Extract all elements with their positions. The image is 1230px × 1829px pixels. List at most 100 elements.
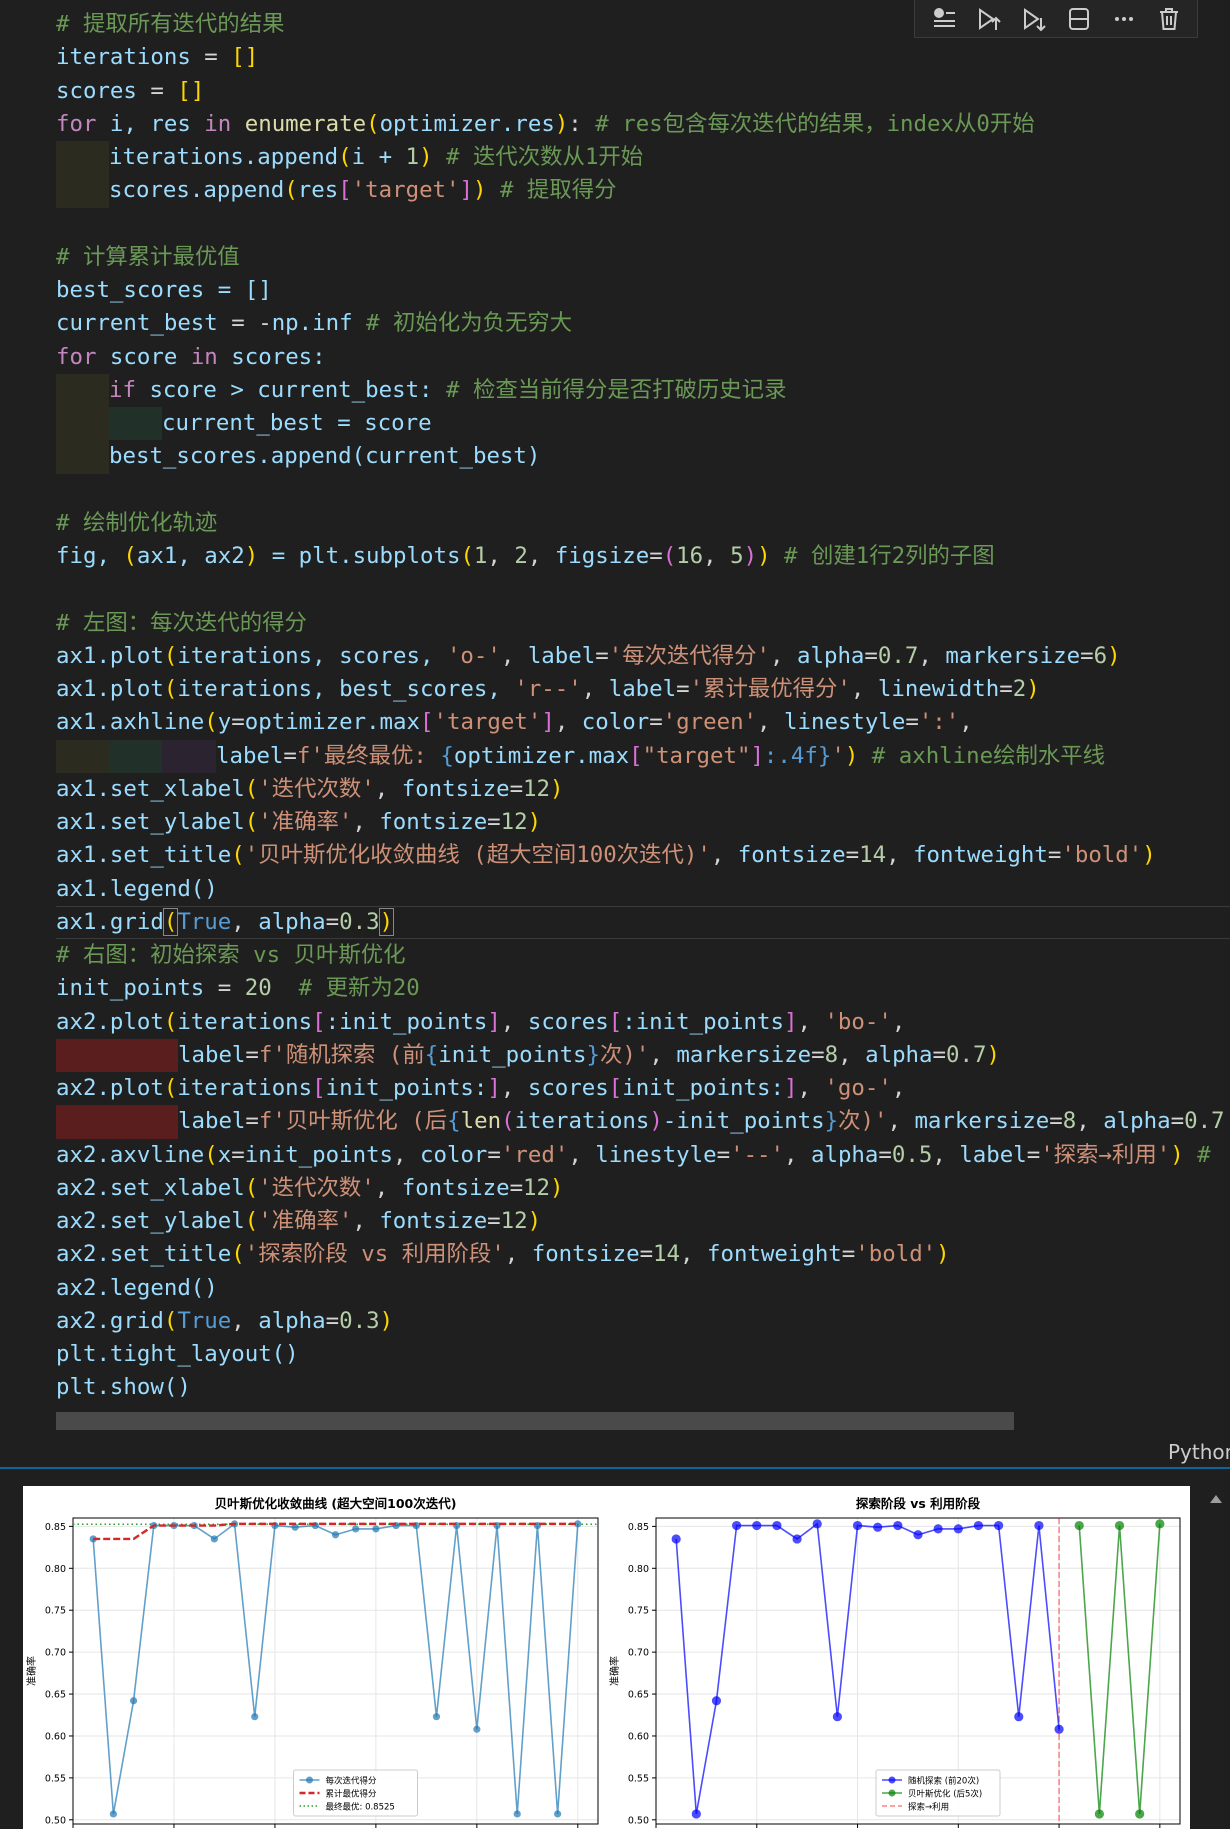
code-line: scores = []: [56, 75, 1225, 108]
identifier: scores: [56, 77, 137, 104]
y-tick-label: 0.60: [45, 1731, 66, 1742]
operator: =: [1080, 642, 1094, 669]
identifier: y: [217, 709, 232, 736]
string: '每次迭代得分': [608, 642, 771, 669]
string: 次)': [600, 1041, 650, 1068]
chart-panel-2: 0.500.550.600.650.700.750.800.8505101520…: [608, 1496, 1181, 1828]
operator: ,: [231, 1307, 259, 1334]
horizontal-scrollbar[interactable]: [56, 1412, 1014, 1430]
identifier: init_points:: [622, 1075, 784, 1101]
data-point: [129, 1697, 138, 1705]
identifier: :init_points: [325, 1008, 488, 1035]
indent-guide: [56, 440, 109, 474]
string: 'bold': [855, 1241, 937, 1268]
data-point: [210, 1535, 218, 1543]
data-point: [752, 1520, 762, 1531]
code-line: label=f'贝叶斯优化 (后{len(iterations)-init_po…: [56, 1105, 1225, 1139]
y-tick-label: 0.50: [628, 1815, 649, 1826]
bracket: ): [757, 543, 771, 569]
identifier: label: [527, 642, 596, 669]
identifier: plt.show(): [56, 1374, 191, 1401]
matplotlib-figure: 0.500.550.600.650.700.750.800.8505101520…: [25, 1496, 1181, 1828]
bracket: ]: [487, 1075, 501, 1101]
number: 20: [244, 975, 272, 1002]
code-line: label=f'随机探索 (前{init_points}次)', markers…: [56, 1038, 1225, 1072]
string: f'随机探索 (前: [258, 1041, 425, 1068]
bracket: ): [473, 177, 487, 204]
data-point: [1014, 1712, 1024, 1722]
bracket: [: [608, 1008, 623, 1035]
data-point: [1034, 1520, 1044, 1531]
comment: # 迭代次数从1开始: [432, 144, 644, 170]
y-tick-label: 0.85: [628, 1522, 649, 1533]
code-line: plt.show(): [56, 1371, 1225, 1404]
code-line: label=f'最终最优: {optimizer.max["target"]:.…: [56, 739, 1225, 773]
y-tick-label: 0.65: [45, 1690, 66, 1701]
data-point: [1074, 1520, 1084, 1531]
identifier: scores: [527, 1008, 609, 1035]
operator: =: [487, 809, 501, 835]
bracket: [: [312, 1008, 326, 1035]
operator: ,: [527, 543, 555, 569]
number: 12: [523, 775, 551, 802]
operator: ,: [649, 1041, 677, 1068]
identifier: init_points: [56, 975, 205, 1002]
operator: =: [845, 842, 860, 869]
legend-label: 最终最优: 0.8525: [326, 1802, 395, 1813]
operator: =: [649, 709, 663, 736]
identifier: ax2.axvline: [56, 1141, 205, 1168]
code-line: current_best = -np.inf # 初始化为负无穷大: [56, 307, 1225, 340]
operator: ,: [500, 1008, 528, 1035]
data-point: [352, 1525, 360, 1533]
identifier: label: [216, 742, 284, 769]
code-line: ax2.set_xlabel('迭代次数', fontsize=12): [56, 1172, 1225, 1205]
code-line: for i, res in enumerate(optimizer.res): …: [56, 108, 1225, 141]
identifier: np.inf: [271, 310, 353, 337]
code-line: ax2.plot(iterations[init_points:], score…: [56, 1072, 1225, 1105]
keyword: in: [204, 110, 232, 137]
identifier: res: [297, 177, 339, 204]
legend-marker: [306, 1776, 313, 1784]
identifier: linewidth: [877, 676, 1000, 702]
bracket: (: [244, 1174, 259, 1201]
number: 16: [676, 543, 704, 569]
series-line-1: [675, 1522, 1060, 1815]
y-tick-label: 0.50: [45, 1815, 66, 1826]
string: 'green': [662, 709, 758, 736]
number: 8: [824, 1041, 839, 1068]
scroll-up-icon[interactable]: [1207, 1490, 1225, 1508]
operator: ,: [703, 543, 731, 569]
identifier: ax1.axhline: [56, 709, 205, 736]
operator: ,: [374, 1174, 402, 1201]
code-line: best_scores.append(current_best): [56, 440, 1225, 474]
data-point: [933, 1524, 943, 1534]
operator: ,: [959, 709, 973, 736]
bracket: ): [244, 543, 259, 569]
code-line: ax1.set_xlabel('迭代次数', fontsize=12): [56, 773, 1225, 806]
data-point: [893, 1520, 903, 1531]
bracket: (: [204, 1141, 218, 1168]
cell-language-label[interactable]: Python: [1168, 1440, 1230, 1464]
bracket: (: [163, 1307, 178, 1334]
data-point: [711, 1696, 722, 1706]
identifier: fontsize: [737, 842, 846, 869]
data-point: [671, 1534, 681, 1544]
identifier: current_best = score: [162, 410, 432, 436]
data-point: [812, 1519, 822, 1529]
y-tick-label: 0.70: [628, 1648, 649, 1659]
code-line: best_scores = []: [56, 274, 1225, 307]
indent-guide: [56, 739, 109, 773]
code-line: ax2.axvline(x=init_points, color='red', …: [56, 1139, 1225, 1172]
bracket: (: [163, 1008, 178, 1035]
code-editor[interactable]: # 提取所有迭代的结果 iterations = [] scores = [] …: [56, 8, 1230, 1405]
operator: =: [245, 1108, 259, 1135]
string: f'贝叶斯优化 (后: [258, 1108, 448, 1135]
bracket: ): [649, 1108, 663, 1135]
identifier: init_points: [244, 1141, 394, 1168]
y-axis-label: 准确率: [25, 1656, 38, 1686]
bracket: ): [379, 1307, 394, 1334]
code-line: scores.append(res['target']) # 提取得分: [56, 174, 1225, 208]
comment: # axhline绘制水平线: [858, 742, 1106, 769]
operator: ,: [850, 676, 878, 702]
